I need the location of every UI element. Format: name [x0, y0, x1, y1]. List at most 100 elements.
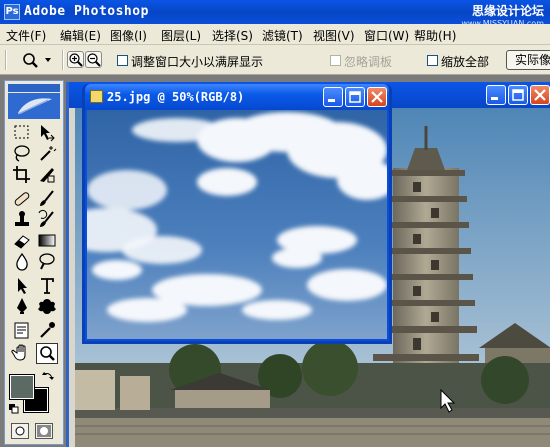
- gradient-tool[interactable]: [36, 230, 58, 251]
- menu-filter[interactable]: 滤镜(T): [262, 27, 303, 44]
- menu-bar: 文件(F) 编辑(E) 图像(I) 图层(L) 选择(S) 滤镜(T) 视图(V…: [0, 24, 550, 45]
- hand-tool[interactable]: [11, 343, 33, 364]
- path-selection-tool-icon: [18, 278, 27, 294]
- tool-preset-picker[interactable]: [20, 51, 54, 69]
- menu-edit[interactable]: 编辑(E): [60, 27, 101, 44]
- crop-tool[interactable]: [11, 164, 33, 185]
- clone-stamp-tool[interactable]: [11, 209, 33, 230]
- quick-mask-icon: [37, 425, 51, 437]
- ignore-palettes-checkbox[interactable]: [330, 55, 341, 66]
- options-bar: 调整窗口大小以满屏显示 忽略调板 缩放全部 实际像素: [0, 45, 550, 75]
- healing-brush-tool[interactable]: [11, 188, 33, 209]
- notes-tool[interactable]: [11, 320, 33, 341]
- maximize-button[interactable]: [345, 87, 365, 107]
- dodge-tool[interactable]: [36, 251, 58, 272]
- healing-brush-tool-icon: [14, 192, 30, 206]
- crop-tool-icon: [13, 166, 30, 183]
- minimize-button[interactable]: [486, 85, 506, 105]
- menu-view[interactable]: 视图(V): [313, 27, 355, 44]
- maximize-icon: [512, 89, 524, 101]
- zoom-out-button[interactable]: [85, 51, 102, 68]
- maximize-icon: [349, 91, 361, 103]
- foreground-color-swatch[interactable]: [9, 374, 35, 400]
- menu-file[interactable]: 文件(F): [6, 27, 46, 44]
- close-icon: [534, 89, 546, 101]
- menu-layer[interactable]: 图层(L): [161, 27, 201, 44]
- resize-windows-label: 调整窗口大小以满屏显示: [131, 55, 264, 69]
- zoom-all-label: 缩放全部: [441, 55, 490, 69]
- type-tool[interactable]: [36, 275, 58, 296]
- menu-window[interactable]: 窗口(W): [364, 27, 409, 44]
- move-tool-icon: [41, 125, 55, 142]
- slice-tool-icon: [40, 168, 55, 183]
- move-tool[interactable]: [36, 122, 58, 143]
- magic-wand-tool[interactable]: [36, 143, 58, 164]
- app-title-bar: Ps Adobe Photoshop 思缘设计论坛 www.MISSYUAN.c…: [0, 0, 550, 28]
- lasso-tool-icon: [14, 145, 30, 162]
- zoom-out-icon: [87, 53, 101, 67]
- close-button[interactable]: [367, 87, 387, 107]
- zoom-tool-icon: [23, 53, 51, 68]
- zoom-in-button[interactable]: [67, 51, 84, 68]
- minimize-icon: [328, 99, 335, 102]
- active-document-title-bar[interactable]: 25.jpg @ 50%(RGB/8): [85, 84, 389, 110]
- pen-tool-icon: [17, 298, 27, 314]
- gradient-tool-icon: [38, 234, 56, 247]
- brush-tool[interactable]: [36, 188, 58, 209]
- lasso-tool[interactable]: [11, 143, 33, 164]
- document-icon: [90, 90, 103, 103]
- default-colors-icon[interactable]: [9, 404, 19, 414]
- notes-tool-icon: [14, 322, 29, 339]
- photoshop-app-icon[interactable]: Ps: [4, 4, 20, 20]
- menu-select[interactable]: 选择(S): [212, 27, 253, 44]
- magic-wand-tool-icon: [40, 146, 57, 161]
- blur-tool-icon: [16, 252, 28, 271]
- rectangular-marquee-tool-icon: [14, 125, 29, 139]
- rectangular-marquee-tool[interactable]: [11, 122, 33, 143]
- zoom-tool-icon: [40, 346, 55, 361]
- custom-shape-tool[interactable]: [36, 296, 58, 317]
- slice-tool[interactable]: [36, 164, 58, 185]
- history-brush-tool-icon: [38, 209, 54, 227]
- minimize-icon: [491, 97, 498, 100]
- maximize-button[interactable]: [508, 85, 528, 105]
- separator: [62, 50, 64, 70]
- eyedropper-tool-icon: [40, 322, 55, 338]
- sky-clouds-photo: [87, 110, 387, 339]
- brush-tool-icon: [40, 190, 54, 206]
- eraser-tool[interactable]: [11, 230, 33, 251]
- active-document-canvas[interactable]: [87, 110, 387, 339]
- options-grip[interactable]: [5, 50, 7, 70]
- menu-help[interactable]: 帮助(H): [414, 27, 456, 44]
- eyedropper-tool[interactable]: [36, 320, 58, 341]
- quick-mask-mode-button[interactable]: [35, 423, 53, 439]
- watermark-text: 思缘设计论坛: [471, 4, 544, 18]
- clone-stamp-tool-icon: [15, 211, 29, 226]
- minimize-button[interactable]: [323, 87, 343, 107]
- toolbox-grip[interactable]: [8, 84, 60, 92]
- close-button[interactable]: [530, 85, 550, 105]
- document-title: 25.jpg @ 50%(RGB/8): [107, 90, 245, 104]
- hand-tool-icon: [11, 344, 26, 361]
- ignore-palettes-label: 忽略调板: [344, 55, 393, 69]
- feather-icon: [17, 98, 52, 115]
- menu-image[interactable]: 图像(I): [110, 27, 147, 44]
- zoom-in-icon: [69, 53, 83, 67]
- path-selection-tool[interactable]: [11, 275, 33, 296]
- type-tool-icon: [41, 278, 54, 294]
- history-brush-tool[interactable]: [36, 209, 58, 230]
- blur-tool[interactable]: [11, 251, 33, 272]
- standard-mode-button[interactable]: [11, 423, 29, 439]
- zoom-tool[interactable]: [36, 343, 58, 364]
- close-icon: [371, 91, 383, 103]
- feather-logo-button[interactable]: [8, 93, 60, 119]
- swap-colors-icon[interactable]: [42, 370, 54, 382]
- actual-pixels-button[interactable]: 实际像素: [506, 50, 550, 70]
- resize-windows-checkbox[interactable]: [117, 55, 128, 66]
- eraser-tool-icon: [14, 235, 30, 249]
- active-document-window[interactable]: 25.jpg @ 50%(RGB/8): [82, 84, 392, 344]
- pen-tool[interactable]: [11, 296, 33, 317]
- zoom-all-checkbox[interactable]: [427, 55, 438, 66]
- custom-shape-tool-icon: [38, 299, 56, 314]
- app-title: Adobe Photoshop: [24, 4, 149, 19]
